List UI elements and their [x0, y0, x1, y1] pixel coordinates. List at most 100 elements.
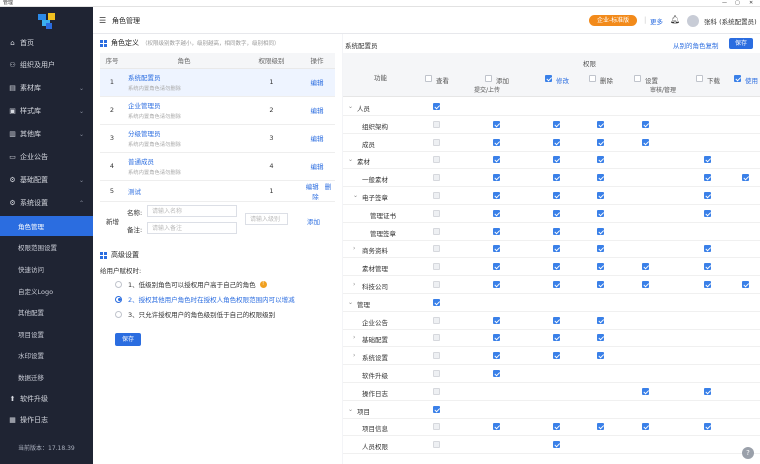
permission-checkbox[interactable] [433, 174, 440, 182]
permission-checkbox[interactable] [742, 174, 749, 182]
grant-option-1[interactable]: 1、低级别角色可以授权用户高于自己的角色! [115, 279, 267, 289]
permission-checkbox[interactable] [493, 334, 500, 342]
sidebar-item-0[interactable]: ⌂ 首页 [0, 33, 93, 53]
permission-checkbox[interactable] [553, 334, 560, 342]
sidebar-bottom-item-0[interactable]: ⬆ 软件升级 [0, 389, 93, 409]
permission-checkbox[interactable] [597, 209, 604, 217]
permission-checkbox[interactable] [597, 138, 604, 146]
permission-checkbox[interactable] [553, 209, 560, 217]
permission-checkbox[interactable] [642, 120, 649, 128]
permission-checkbox[interactable] [493, 281, 500, 288]
grant-option-3[interactable]: 3、只允许授权用户的角色级别低于自己的权限级别 [115, 309, 275, 319]
role-remark-input[interactable]: 请输入备注 [147, 222, 237, 234]
column-select-all-checkbox[interactable] [634, 75, 641, 82]
edit-role-link[interactable]: 编辑 [311, 107, 324, 115]
sidebar-subitem-4[interactable]: 其他配置 [0, 302, 93, 322]
permission-checkbox[interactable] [493, 120, 500, 128]
role-name[interactable]: 企业管理员 [128, 100, 244, 110]
save-permissions-button[interactable]: 保存 [729, 38, 753, 49]
permission-checkbox[interactable] [493, 423, 500, 431]
permission-checkbox[interactable] [642, 138, 649, 146]
permission-checkbox[interactable] [553, 245, 560, 253]
minimize-icon[interactable]: — [722, 0, 727, 6]
table-row[interactable]: 1 系统配置员 系统内置角色请勿删除 1 编辑 [100, 68, 335, 97]
chevron-down-icon[interactable]: ⌄ [348, 156, 353, 163]
sidebar-item-4[interactable]: ▥ 其他库 ⌄ [0, 124, 93, 144]
permission-checkbox[interactable] [433, 298, 440, 306]
permission-checkbox[interactable] [553, 156, 560, 164]
edit-role-link[interactable]: 编辑 [311, 135, 324, 143]
chevron-right-icon[interactable]: › [353, 245, 355, 252]
permission-checkbox[interactable] [493, 263, 500, 271]
bell-icon[interactable]: 🔔︎ [670, 15, 680, 24]
more-link[interactable]: 更多 [650, 16, 663, 26]
sidebar-subitem-7[interactable]: 数据迁移 [0, 367, 93, 387]
menu-toggle-icon[interactable]: ☰ [99, 16, 106, 25]
permission-checkbox[interactable] [493, 138, 500, 146]
sidebar-subitem-5[interactable]: 项目设置 [0, 324, 93, 344]
chevron-down-icon[interactable]: ⌄ [348, 406, 353, 413]
role-name[interactable]: 系统配置员 [128, 72, 244, 82]
permission-checkbox[interactable] [597, 245, 604, 253]
permission-checkbox[interactable] [493, 192, 500, 199]
sidebar-item-1[interactable]: ⚇ 组织及用户 [0, 55, 93, 75]
permission-checkbox[interactable] [704, 281, 711, 288]
permission-checkbox[interactable] [433, 316, 440, 324]
role-name[interactable]: 测试 [128, 186, 244, 196]
sidebar-bottom-item-1[interactable]: ▦ 操作日志 [0, 410, 93, 430]
permission-checkbox[interactable] [553, 281, 560, 288]
close-icon[interactable]: ✕ [749, 0, 753, 6]
permission-checkbox[interactable] [704, 209, 711, 217]
maximize-icon[interactable]: ▢ [735, 0, 740, 6]
permission-checkbox[interactable] [704, 387, 711, 395]
permission-checkbox[interactable] [493, 352, 500, 360]
chevron-right-icon[interactable]: › [353, 352, 355, 359]
permission-checkbox[interactable] [553, 174, 560, 182]
permission-checkbox[interactable] [597, 352, 604, 360]
user-name[interactable]: 张科 (系统配置员) [704, 16, 757, 26]
add-role-link[interactable]: 添加 [307, 216, 320, 226]
permission-checkbox[interactable] [553, 441, 560, 449]
permission-checkbox[interactable] [597, 423, 604, 431]
permission-checkbox[interactable] [493, 174, 500, 182]
radio-button[interactable] [115, 295, 122, 303]
permission-checkbox[interactable] [433, 120, 440, 128]
permission-checkbox[interactable] [553, 120, 560, 128]
table-row[interactable]: 4 普通成员 系统内置角色请勿删除 4 编辑 [100, 152, 335, 181]
permission-checkbox[interactable] [597, 174, 604, 182]
role-name[interactable]: 普通成员 [128, 156, 244, 166]
sidebar-item-3[interactable]: ▣ 样式库 ⌄ [0, 101, 93, 121]
edit-role-link[interactable]: 编辑 [311, 163, 324, 171]
permission-checkbox[interactable] [597, 120, 604, 128]
sidebar-subitem-0[interactable]: 角色管理 [0, 216, 93, 236]
sidebar-subitem-1[interactable]: 权限范围设置 [0, 237, 93, 257]
chevron-right-icon[interactable]: › [353, 334, 355, 341]
permission-checkbox[interactable] [642, 281, 649, 288]
copy-from-role-link[interactable]: 从别的角色复制 [673, 40, 719, 50]
sidebar-subitem-3[interactable]: 自定义Logo [0, 281, 93, 301]
sidebar-item-6[interactable]: ⚙ 基础配置 ⌄ [0, 170, 93, 190]
permission-checkbox[interactable] [433, 245, 440, 253]
edit-role-link[interactable]: 编辑 [306, 183, 319, 191]
role-name[interactable]: 分级管理员 [128, 128, 244, 138]
sidebar-item-2[interactable]: ▤ 素材库 ⌄ [0, 78, 93, 98]
permission-checkbox[interactable] [597, 281, 604, 288]
save-advanced-button[interactable]: 保存 [115, 333, 141, 346]
permission-checkbox[interactable] [642, 263, 649, 271]
sidebar-item-5[interactable]: ▭ 企业公告 [0, 147, 93, 167]
permission-checkbox[interactable] [597, 227, 604, 235]
permission-checkbox[interactable] [704, 156, 711, 164]
column-select-all-checkbox[interactable] [696, 75, 703, 82]
permission-checkbox[interactable] [433, 352, 440, 360]
permission-checkbox[interactable] [642, 423, 649, 431]
chevron-down-icon[interactable]: ⌄ [353, 192, 358, 199]
permission-checkbox[interactable] [704, 263, 711, 271]
role-name-input[interactable]: 请输入名称 [147, 205, 237, 217]
permission-checkbox[interactable] [553, 192, 560, 199]
permission-checkbox[interactable] [704, 174, 711, 182]
column-select-all-checkbox[interactable] [734, 75, 741, 82]
permission-checkbox[interactable] [597, 316, 604, 324]
permission-checkbox[interactable] [553, 316, 560, 324]
permission-checkbox[interactable] [433, 227, 440, 235]
table-row[interactable]: 2 企业管理员 系统内置角色请勿删除 2 编辑 [100, 96, 335, 125]
